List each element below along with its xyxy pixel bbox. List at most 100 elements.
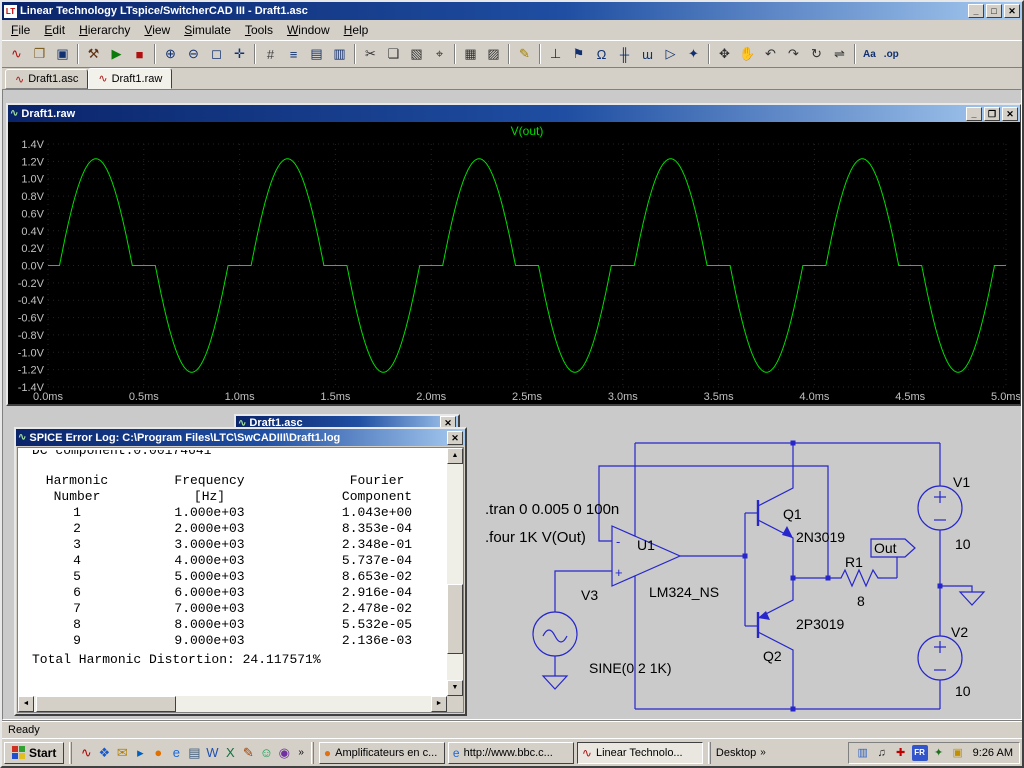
menu-item-simulate[interactable]: Simulate bbox=[177, 20, 238, 40]
vertical-scrollbar[interactable]: ▲ ▼ bbox=[447, 448, 463, 696]
toolbar-run-button[interactable]: ▶ bbox=[105, 43, 128, 65]
toolbar-grid-button[interactable]: # bbox=[259, 43, 282, 65]
quick-launch-browser[interactable]: ◉ bbox=[275, 744, 293, 762]
toolbar-paste-button[interactable]: ▧ bbox=[405, 43, 428, 65]
waveform-plot[interactable]: V(out) 1.4V1.2V1.0V0.8V0.6V0.4V0.2V0.0V-… bbox=[8, 122, 1020, 404]
toolbar-spice-directive-button[interactable]: .op bbox=[880, 43, 903, 65]
label-q1-model[interactable]: 2N3019 bbox=[796, 529, 845, 545]
toolbar-pan-button[interactable]: ✛ bbox=[228, 43, 251, 65]
trace-legend-v-out[interactable]: V(out) bbox=[511, 124, 544, 138]
tray-language-fr[interactable]: FR bbox=[912, 745, 928, 761]
label-q2[interactable]: Q2 bbox=[763, 648, 782, 664]
scroll-left-button[interactable]: ◄ bbox=[18, 696, 34, 712]
tab-draft1-asc[interactable]: ∿Draft1.asc bbox=[5, 69, 88, 89]
menu-item-help[interactable]: Help bbox=[337, 20, 376, 40]
label-u1[interactable]: U1 bbox=[637, 537, 655, 553]
menu-item-window[interactable]: Window bbox=[280, 20, 337, 40]
label-q2-model[interactable]: 2P3019 bbox=[796, 616, 844, 632]
toolbar-diode-button[interactable]: ▷ bbox=[659, 43, 682, 65]
tray-scheduler[interactable]: ✦ bbox=[931, 745, 947, 761]
toolbar-mirror-button[interactable]: ⇌ bbox=[828, 43, 851, 65]
toolbar-resistor-button[interactable]: Ω bbox=[590, 43, 613, 65]
waveform-window-titlebar[interactable]: ∿ Draft1.raw _ ❐ ✕ bbox=[8, 105, 1020, 122]
toolbar-halt-button[interactable]: ■ bbox=[128, 43, 151, 65]
toolbar-edit-pencil-button[interactable]: ✎ bbox=[513, 43, 536, 65]
label-r1[interactable]: R1 bbox=[845, 554, 863, 570]
quick-launch-excel[interactable]: X bbox=[221, 744, 239, 762]
toolbar-new-schematic-button[interactable]: ∿ bbox=[5, 43, 28, 65]
close-button[interactable]: ✕ bbox=[1004, 4, 1020, 18]
tray-display[interactable]: ▥ bbox=[855, 745, 871, 761]
tab-draft1-raw[interactable]: ∿Draft1.raw bbox=[88, 68, 172, 89]
toolbar-view-netlist-button[interactable]: ▤ bbox=[305, 43, 328, 65]
vertical-scroll-thumb[interactable] bbox=[447, 584, 463, 654]
waveform-close-button[interactable]: ✕ bbox=[1002, 107, 1018, 121]
toolbar-redo-button[interactable]: ↷ bbox=[782, 43, 805, 65]
quick-launch-paint[interactable]: ✎ bbox=[239, 744, 257, 762]
scroll-right-button[interactable]: ► bbox=[431, 696, 447, 712]
label-v3-value[interactable]: SINE(0 2 1K) bbox=[589, 660, 671, 676]
menu-item-view[interactable]: View bbox=[137, 20, 177, 40]
quick-launch-messenger[interactable]: ☺ bbox=[257, 744, 275, 762]
label-v1[interactable]: V1 bbox=[953, 474, 970, 490]
quick-launch-ltspice[interactable]: ∿ bbox=[77, 744, 95, 762]
toolbar-copy-button[interactable]: ❏ bbox=[382, 43, 405, 65]
maximize-button[interactable]: □ bbox=[986, 4, 1002, 18]
horizontal-scrollbar[interactable]: ◄ ► bbox=[18, 696, 447, 712]
horizontal-scroll-thumb[interactable] bbox=[36, 696, 176, 712]
minimize-button[interactable]: _ bbox=[968, 4, 984, 18]
menu-item-file[interactable]: File bbox=[4, 20, 37, 40]
waveform-plot-area[interactable]: V(out) 1.4V1.2V1.0V0.8V0.6V0.4V0.2V0.0V-… bbox=[8, 122, 1020, 404]
scroll-down-button[interactable]: ▼ bbox=[447, 680, 463, 696]
label-v3[interactable]: V3 bbox=[581, 587, 598, 603]
menu-item-hierarchy[interactable]: Hierarchy bbox=[72, 20, 137, 40]
toolbar-rotate-button[interactable]: ↻ bbox=[805, 43, 828, 65]
quick-launch-word[interactable]: W bbox=[203, 744, 221, 762]
toolbar-inductor-button[interactable]: ɯ bbox=[636, 43, 659, 65]
tray-updates[interactable]: ▣ bbox=[950, 745, 966, 761]
label-q1[interactable]: Q1 bbox=[783, 506, 802, 522]
toolbar-zoom-back-button[interactable]: ⊖ bbox=[182, 43, 205, 65]
quick-launch-ie[interactable]: e bbox=[167, 744, 185, 762]
label-v1-value[interactable]: 10 bbox=[955, 536, 971, 552]
voltage-source-v3[interactable] bbox=[533, 612, 577, 656]
label-v2[interactable]: V2 bbox=[951, 624, 968, 640]
toolbar-label-net-button[interactable]: ⚑ bbox=[567, 43, 590, 65]
clock[interactable]: 9:26 AM bbox=[969, 747, 1013, 759]
label-v2-value[interactable]: 10 bbox=[955, 683, 971, 699]
tray-antivirus[interactable]: ✚ bbox=[893, 745, 909, 761]
taskbar-drag-handle[interactable] bbox=[69, 742, 72, 764]
menu-item-edit[interactable]: Edit bbox=[37, 20, 72, 40]
taskbar-task-amplificateurs-en-c-[interactable]: ●Amplificateurs en c... bbox=[319, 742, 445, 764]
label-out-port[interactable]: Out bbox=[874, 540, 897, 556]
taskbar-task-linear-technolo-[interactable]: ∿Linear Technolo... bbox=[577, 742, 703, 764]
title-bar[interactable]: LT Linear Technology LTspice/SwitcherCAD… bbox=[2, 2, 1022, 20]
toolbar-find-button[interactable]: ⌖ bbox=[428, 43, 451, 65]
menu-item-tools[interactable]: Tools bbox=[238, 20, 280, 40]
toolbar-ground-button[interactable]: ⊥ bbox=[544, 43, 567, 65]
toolbar-drag-button[interactable]: ✋ bbox=[736, 43, 759, 65]
schematic-canvas[interactable]: .tran 0 0.005 0 100n .four 1K V(Out) U1 … bbox=[467, 426, 1022, 720]
toolbar-save-button[interactable]: ▣ bbox=[51, 43, 74, 65]
toolbar-component-button[interactable]: ✦ bbox=[682, 43, 705, 65]
start-button[interactable]: Start bbox=[4, 742, 64, 764]
tray-volume[interactable]: ♫ bbox=[874, 745, 890, 761]
quick-launch-media-player[interactable]: ▸ bbox=[131, 744, 149, 762]
taskbar-task-http-www-bbc-c-[interactable]: ehttp://www.bbc.c... bbox=[448, 742, 574, 764]
toolbar-netlist-button[interactable]: ≡ bbox=[282, 43, 305, 65]
desktop-chevron[interactable]: » bbox=[758, 747, 768, 758]
toolbar-text-button[interactable]: Aa bbox=[859, 43, 880, 65]
waveform-restore-button[interactable]: ❐ bbox=[984, 107, 1000, 121]
quick-launch-firefox[interactable]: ● bbox=[149, 744, 167, 762]
error-log-close-button[interactable]: ✕ bbox=[447, 431, 463, 445]
quick-launch-outlook[interactable]: ✉ bbox=[113, 744, 131, 762]
toolbar-zoom-full-button[interactable]: ◻ bbox=[205, 43, 228, 65]
quick-launch-show-desktop[interactable]: ▤ bbox=[185, 744, 203, 762]
error-log-titlebar[interactable]: ∿ SPICE Error Log: C:\Program Files\LTC\… bbox=[16, 429, 465, 446]
spice-directive-four[interactable]: .four 1K V(Out) bbox=[485, 529, 586, 546]
toolbar-undo-button[interactable]: ↶ bbox=[759, 43, 782, 65]
taskbar-drag-handle[interactable] bbox=[708, 742, 711, 764]
waveform-minimize-button[interactable]: _ bbox=[966, 107, 982, 121]
label-r1-value[interactable]: 8 bbox=[857, 593, 865, 609]
toolbar-error-log-button[interactable]: ▥ bbox=[328, 43, 351, 65]
